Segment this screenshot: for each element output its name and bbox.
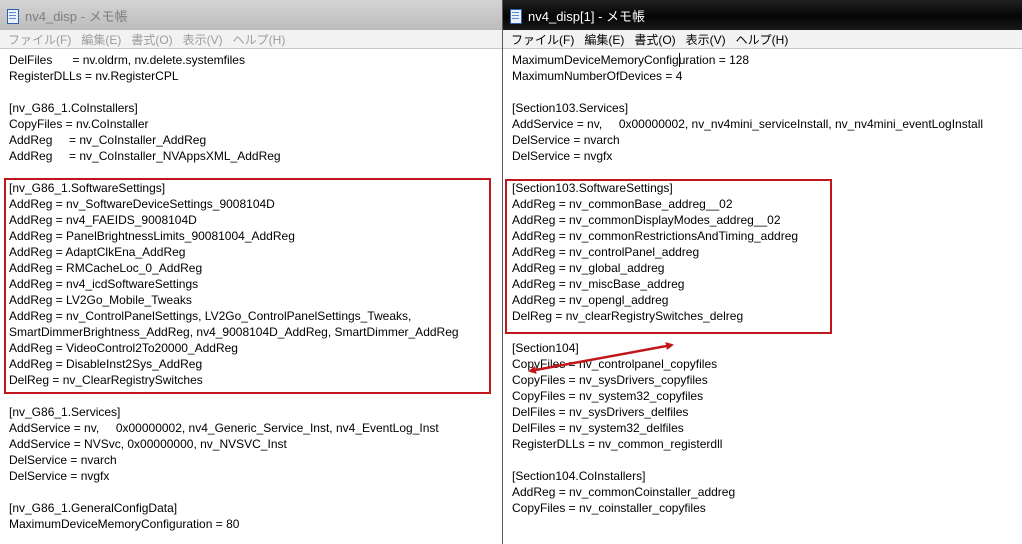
text-line: AddService = NVSvc, 0x00000000, nv_NVSVC… [9, 437, 287, 451]
title-bar[interactable]: nv4_disp[1] - メモ帳 [503, 0, 1022, 30]
notepad-window-left: nv4_disp - メモ帳 ファイル(F) 編集(E) 書式(O) 表示(V)… [0, 0, 502, 544]
text-line: AddService = nv, 0x00000002, nv_nv4mini_… [512, 117, 984, 131]
text-line: CopyFiles = nv_sysDrivers_copyfiles [512, 373, 708, 387]
menu-edit[interactable]: 編集(E) [76, 31, 126, 48]
text-line: DelFiles = nv.oldrm, nv.delete.systemfil… [9, 53, 245, 67]
text-editor-area[interactable]: DelFiles = nv.oldrm, nv.delete.systemfil… [0, 52, 502, 544]
menu-bar: ファイル(F) 編集(E) 書式(O) 表示(V) ヘルプ(H) [503, 30, 1022, 49]
menu-view[interactable]: 表示(V) [681, 31, 731, 48]
text-line: [nv_G86_1.Services] [9, 405, 121, 419]
menu-bar: ファイル(F) 編集(E) 書式(O) 表示(V) ヘルプ(H) [0, 30, 502, 49]
text-line: AddService = nv, 0x00000002, nv4_Generic… [9, 421, 439, 435]
text-line: [nv_G86_1.CoInstallers] [9, 101, 138, 115]
text-line: CopyFiles = nv.CoInstaller [9, 117, 149, 131]
text-line: DelService = nvgfx [9, 469, 110, 483]
text-line: [nv_G86_1.GeneralConfigData] [9, 501, 178, 515]
menu-format[interactable]: 書式(O) [629, 31, 680, 48]
notepad-app-icon[interactable] [509, 8, 522, 24]
text-line: DelFiles = nv_system32_delfiles [512, 421, 684, 435]
text-caret [679, 53, 680, 67]
notepad-window-right: nv4_disp[1] - メモ帳 ファイル(F) 編集(E) 書式(O) 表示… [503, 0, 1022, 544]
text-editor-area[interactable]: MaximumDeviceMemoryConfiguration = 128 Ma… [503, 52, 1022, 544]
menu-file[interactable]: ファイル(F) [3, 31, 76, 48]
text-line: CopyFiles = nv_system32_copyfiles [512, 389, 704, 403]
title-bar[interactable]: nv4_disp - メモ帳 [0, 0, 502, 30]
text-line: RegisterDLLs = nv_common_registerdll [512, 437, 723, 451]
text-line: MaximumNumberOfDevices = 4 [512, 69, 683, 83]
text-line: CopyFiles = nv_coinstaller_copyfiles [512, 501, 706, 515]
text-line: MaximumDeviceMemoryConfiguration = 80 [9, 517, 240, 531]
menu-format[interactable]: 書式(O) [126, 31, 177, 48]
text-line: DelFiles = nv_sysDrivers_delfiles [512, 405, 689, 419]
notepad-app-icon[interactable] [6, 8, 19, 24]
text-line: MaximumDeviceMemoryConfiguration = 128 [512, 53, 750, 67]
menu-help[interactable]: ヘルプ(H) [228, 31, 291, 48]
text-line: DelService = nvarch [9, 453, 117, 467]
window-title: nv4_disp - メモ帳 [25, 8, 128, 24]
text-line: [Section103.Services] [512, 101, 629, 115]
text-line: [Section104.CoInstallers] [512, 469, 646, 483]
menu-file[interactable]: ファイル(F) [506, 31, 579, 48]
menu-edit[interactable]: 編集(E) [579, 31, 629, 48]
menu-view[interactable]: 表示(V) [178, 31, 228, 48]
text-line: AddReg = nv_CoInstaller_AddReg [9, 133, 207, 147]
menu-help[interactable]: ヘルプ(H) [731, 31, 794, 48]
window-title: nv4_disp[1] - メモ帳 [528, 8, 646, 24]
highlight-box-software-settings [505, 179, 832, 334]
text-line: CopyFiles = nv_controlpanel_copyfiles [512, 357, 718, 371]
highlight-box-software-settings [4, 178, 491, 394]
text-line: AddReg = nv_commonCoinstaller_addreg [512, 485, 736, 499]
text-line: AddReg = nv_CoInstaller_NVAppsXML_AddReg [9, 149, 281, 163]
text-line: DelService = nvarch [512, 133, 620, 147]
text-line: DelService = nvgfx [512, 149, 613, 163]
text-line: RegisterDLLs = nv.RegisterCPL [9, 69, 179, 83]
text-line: [Section104] [512, 341, 579, 355]
